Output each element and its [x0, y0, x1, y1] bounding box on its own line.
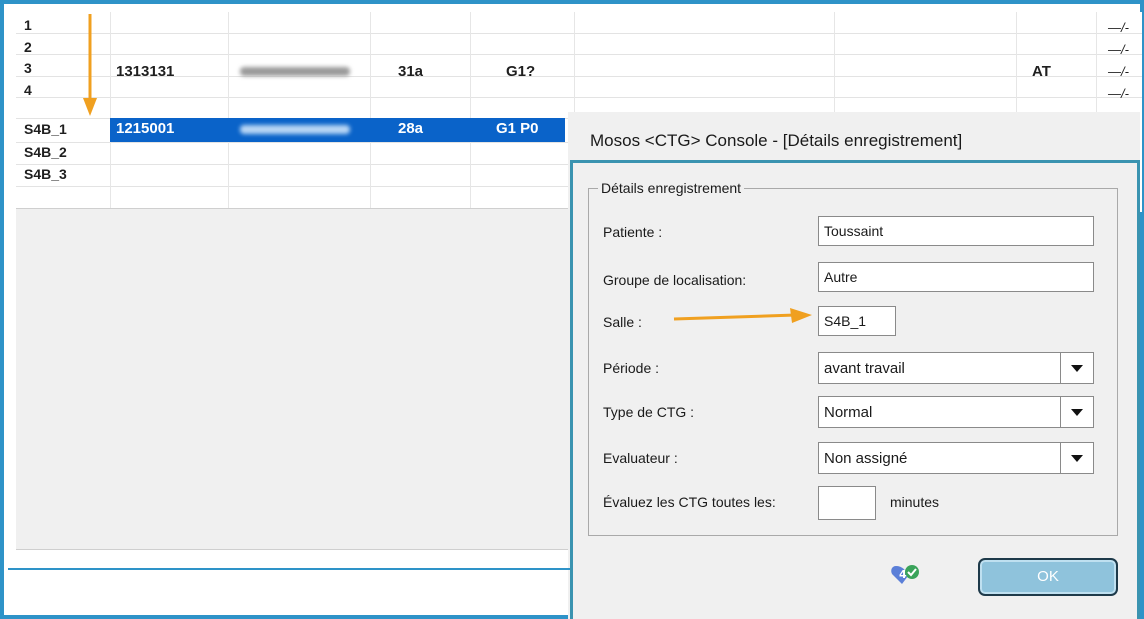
grid-divider — [16, 76, 1142, 77]
dropdown-chevron-icon[interactable] — [1060, 353, 1093, 383]
svg-text:4: 4 — [899, 568, 907, 581]
grid-row-label[interactable]: 1 — [24, 17, 32, 33]
grid-divider — [16, 186, 572, 187]
grid-divider — [16, 142, 572, 143]
grid-col-divider — [228, 12, 229, 208]
grid-divider — [16, 33, 1142, 34]
evaluator-value: Non assigné — [824, 450, 908, 467]
ok-button[interactable]: OK — [978, 558, 1118, 596]
age-cell[interactable]: 28a — [398, 120, 423, 137]
patient-id-cell[interactable]: 1313131 — [116, 63, 174, 80]
grid-col-divider — [1096, 12, 1097, 112]
ctg-type-value: Normal — [824, 404, 873, 421]
room-label: Salle : — [603, 314, 642, 330]
patient-field[interactable]: Toussaint — [818, 216, 1094, 246]
ctg-type-label: Type de CTG : — [603, 404, 695, 420]
status-cell[interactable]: G1? — [506, 63, 535, 80]
room-field[interactable]: S4B_1 — [818, 306, 896, 336]
evaluator-select[interactable]: Non assigné — [818, 442, 1094, 474]
patient-id-cell[interactable]: 1215001 — [116, 120, 174, 137]
grid-col-divider — [470, 12, 471, 208]
end-cell: —/- — [1108, 86, 1129, 101]
dialog-title: Mosos <CTG> Console - [Détails enregistr… — [590, 131, 963, 150]
grid-col-divider — [110, 12, 111, 208]
grid-col-divider — [834, 12, 835, 112]
period-select[interactable]: avant travail — [818, 352, 1094, 384]
ctg-type-select[interactable]: Normal — [818, 396, 1094, 428]
period-value: avant travail — [824, 360, 905, 377]
age-cell[interactable]: 31a — [398, 63, 423, 80]
code-cell[interactable]: AT — [1032, 63, 1051, 80]
grid-row-label[interactable]: 3 — [24, 60, 32, 76]
grid-row-label[interactable]: 4 — [24, 82, 32, 98]
help-heart-icon[interactable]: 4 — [890, 562, 922, 588]
location-group-field[interactable]: Autre — [818, 262, 1094, 292]
end-cell: —/- — [1108, 42, 1129, 57]
grid-empty-area — [16, 208, 572, 550]
grid-col-divider — [574, 12, 575, 112]
grid-row-label[interactable]: S4B_2 — [24, 144, 67, 160]
grid-col-divider — [1016, 12, 1017, 112]
grid-divider — [16, 54, 1142, 55]
evaluator-label: Evaluateur : — [603, 450, 678, 466]
dropdown-chevron-icon[interactable] — [1060, 397, 1093, 427]
end-cell: —/- — [1108, 20, 1129, 35]
patient-label: Patiente : — [603, 224, 663, 240]
dropdown-chevron-icon[interactable] — [1060, 443, 1093, 473]
end-cell: —/- — [1108, 64, 1129, 79]
location-group-label: Groupe de localisation: — [603, 272, 747, 288]
blurred-patient-name — [240, 67, 350, 76]
evaluate-interval-label: Évaluez les CTG toutes les: — [603, 494, 776, 510]
status-cell[interactable]: G1 P0 — [496, 120, 539, 137]
grid-row-label[interactable]: S4B_3 — [24, 166, 67, 182]
grid-divider — [16, 97, 1142, 98]
window-divider — [8, 568, 570, 570]
evaluate-interval-input[interactable] — [818, 486, 876, 520]
groupbox-title: Détails enregistrement — [598, 180, 745, 196]
grid-divider — [16, 164, 572, 165]
grid-row-label[interactable]: S4B_1 — [24, 121, 67, 137]
grid-col-divider — [370, 12, 371, 208]
down-arrow-annotation-icon — [83, 14, 97, 116]
minutes-label: minutes — [890, 494, 940, 510]
blurred-patient-name — [240, 125, 350, 134]
grid-row-label[interactable]: 2 — [24, 39, 32, 55]
right-arrow-annotation-icon — [673, 308, 812, 323]
period-label: Période : — [603, 360, 660, 376]
